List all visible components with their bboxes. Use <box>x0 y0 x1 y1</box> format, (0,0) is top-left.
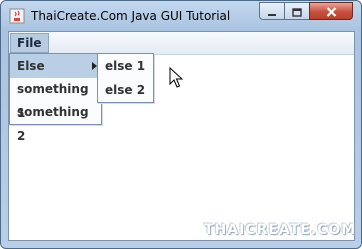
close-button[interactable] <box>309 2 353 20</box>
watermark: THAICREATE.COM <box>204 222 357 238</box>
else-submenu-popup: else 1 else 2 <box>97 53 154 103</box>
file-menu-popup: Else something 1 something 2 <box>9 53 102 143</box>
maximize-icon <box>292 2 302 21</box>
menu-item-label: Else <box>17 59 45 73</box>
menu-item-something-2[interactable]: something 2 <box>10 100 101 143</box>
app-window: ThaiCreate.Com Java GUI Tutorial File El… <box>0 0 362 249</box>
menu-bar: File <box>9 32 354 55</box>
window-title: ThaiCreate.Com Java GUI Tutorial <box>31 9 231 23</box>
submenu-item-else-1[interactable]: else 1 <box>98 54 153 78</box>
close-icon <box>326 2 337 21</box>
menu-file[interactable]: File <box>10 33 49 53</box>
menu-item-else[interactable]: Else <box>10 54 101 78</box>
title-bar[interactable]: ThaiCreate.Com Java GUI Tutorial <box>1 1 361 31</box>
minimize-icon <box>267 2 277 21</box>
mouse-pointer-icon <box>169 66 184 93</box>
submenu-item-label: else 1 <box>105 59 146 73</box>
menu-item-something-1[interactable]: something 1 <box>10 77 101 120</box>
java-cup-icon[interactable] <box>9 8 25 24</box>
submenu-item-label: else 2 <box>105 83 146 97</box>
maximize-button[interactable] <box>284 2 310 20</box>
submenu-item-else-2[interactable]: else 2 <box>98 78 153 102</box>
minimize-button[interactable] <box>259 2 285 20</box>
